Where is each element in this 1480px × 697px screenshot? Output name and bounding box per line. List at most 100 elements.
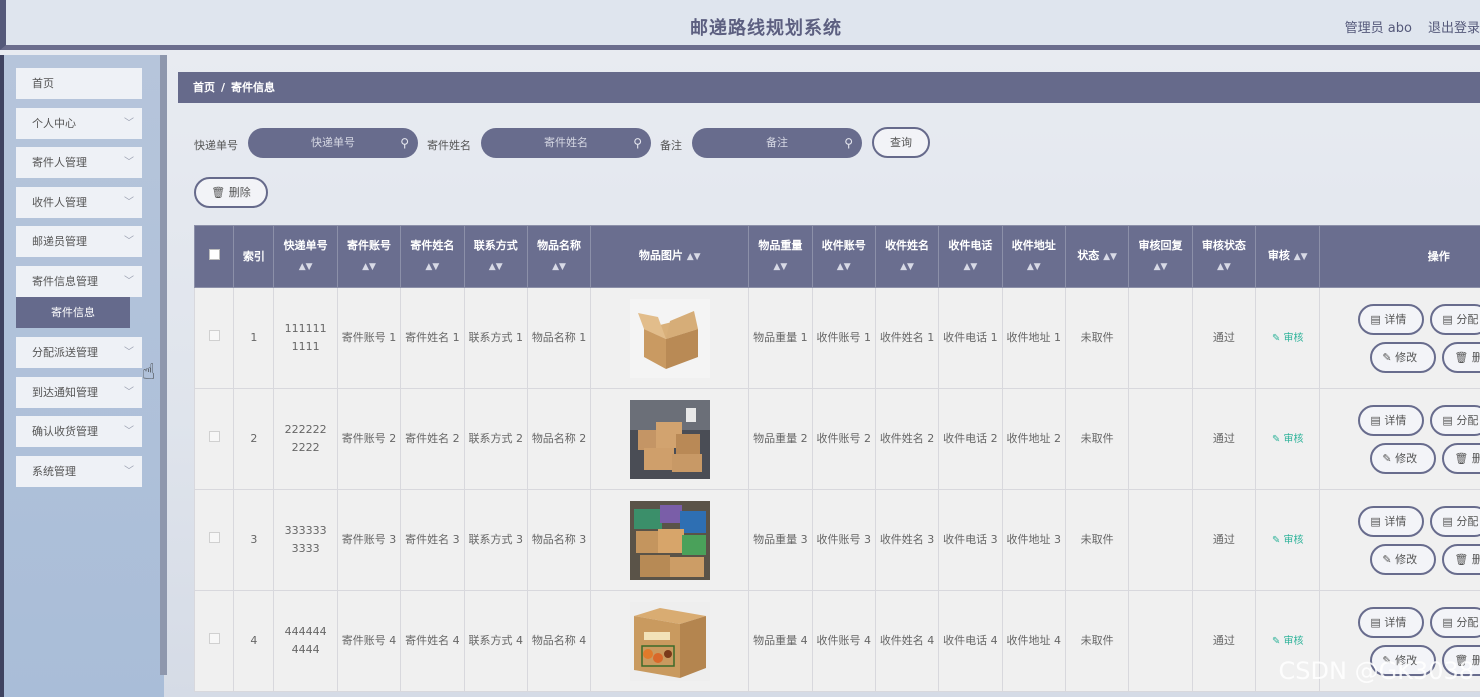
sort-icon[interactable]: ▲▼ bbox=[773, 262, 787, 272]
item-image-parcel-heap[interactable] bbox=[629, 500, 710, 580]
shipment-table: 索引 快递单号 ▲▼ 寄件账号 ▲▼ 寄件姓名 ▲▼ 联系方式 ▲▼ 物品名称 ▲▼ 物品… bbox=[194, 225, 1480, 697]
delete-button[interactable]: 🗑 删除 bbox=[1442, 442, 1480, 474]
search-button[interactable]: 查询 bbox=[872, 127, 930, 158]
sidebar-item-dispatch-management[interactable]: 分配派送管理 ﹀ bbox=[16, 337, 142, 368]
column-header-recv-phone[interactable]: 收件电话 ▲▼ bbox=[938, 225, 1003, 288]
select-all-checkbox-cell[interactable] bbox=[194, 225, 235, 288]
batch-delete-button[interactable]: 🗑 删除 bbox=[194, 177, 268, 208]
sidebar-item-home[interactable]: 首页 bbox=[16, 68, 142, 99]
cell-audit-reply bbox=[1128, 287, 1193, 389]
sidebar-item-receipt-confirm-management[interactable]: 确认收货管理 ﹀ bbox=[16, 416, 142, 447]
cell-status: 未取件 bbox=[1064, 590, 1130, 692]
audit-link[interactable]: ✎ 审核 bbox=[1272, 434, 1304, 445]
audit-link[interactable]: ✎ 审核 bbox=[1272, 333, 1304, 344]
column-header-tracking[interactable]: 快递单号 ▲▼ bbox=[273, 225, 338, 288]
delete-button[interactable]: 🗑 删除 bbox=[1442, 341, 1480, 373]
column-header-audit[interactable]: 审核 ▲▼ bbox=[1255, 225, 1321, 288]
assign-button[interactable]: ▤ 分配 bbox=[1430, 404, 1480, 436]
sidebar-item-sender-management[interactable]: 寄件人管理 ﹀ bbox=[16, 147, 142, 178]
cell-audit-reply bbox=[1128, 590, 1193, 692]
cell-audit-reply bbox=[1128, 489, 1193, 591]
logout-link[interactable]: 退出登录 bbox=[1428, 21, 1480, 36]
row-checkbox[interactable] bbox=[208, 532, 220, 543]
edit-button[interactable]: ✎ 修改 bbox=[1370, 341, 1437, 373]
cell-audit-reply bbox=[1128, 388, 1193, 490]
row-checkbox[interactable] bbox=[208, 330, 220, 341]
column-header-item-image[interactable]: 物品图片 ▲▼ bbox=[590, 225, 750, 288]
column-header-status[interactable]: 状态 ▲▼ bbox=[1064, 225, 1130, 288]
sort-icon[interactable]: ▲▼ bbox=[1154, 262, 1168, 272]
edit-label: 修改 bbox=[1395, 350, 1418, 364]
column-header-weight[interactable]: 物品重量 ▲▼ bbox=[748, 225, 813, 288]
column-title: 状态 bbox=[1077, 249, 1100, 262]
sidebar-item-recipient-management[interactable]: 收件人管理 ﹀ bbox=[16, 187, 142, 218]
row-select-cell[interactable] bbox=[194, 590, 235, 692]
admin-user-label[interactable]: 管理员 abo bbox=[1345, 21, 1412, 36]
sort-icon[interactable]: ▲▼ bbox=[1294, 252, 1308, 262]
sender-name-input[interactable]: 寄件姓名 ⚲ bbox=[481, 128, 651, 158]
sidebar-item-personal-center[interactable]: 个人中心 ﹀ bbox=[16, 108, 142, 139]
sidebar-item-shipment-info-management[interactable]: 寄件信息管理 ﹀ bbox=[16, 266, 142, 297]
sort-icon[interactable]: ▲▼ bbox=[687, 252, 701, 262]
sort-icon[interactable]: ▲▼ bbox=[489, 262, 503, 272]
select-all-checkbox[interactable] bbox=[208, 248, 220, 260]
sort-icon[interactable]: ▲▼ bbox=[1027, 262, 1041, 272]
sort-icon[interactable]: ▲▼ bbox=[837, 262, 851, 272]
sort-icon[interactable]: ▲▼ bbox=[299, 262, 313, 272]
assign-label: 分配 bbox=[1456, 413, 1479, 427]
column-title: 索引 bbox=[242, 249, 265, 263]
detail-button[interactable]: ▤ 详情 bbox=[1358, 404, 1425, 436]
sidebar-scrollbar[interactable] bbox=[160, 55, 167, 675]
detail-button[interactable]: ▤ 详情 bbox=[1358, 505, 1425, 537]
sort-icon[interactable]: ▲▼ bbox=[900, 262, 914, 272]
row-select-cell[interactable] bbox=[194, 489, 235, 591]
column-header-recv-address[interactable]: 收件地址 ▲▼ bbox=[1001, 225, 1066, 288]
breadcrumb-home[interactable]: 首页 bbox=[193, 81, 215, 94]
column-header-recv-account[interactable]: 收件账号 ▲▼ bbox=[811, 225, 876, 288]
cell-recv-phone: 收件电话 1 bbox=[938, 287, 1003, 389]
audit-link[interactable]: ✎ 审核 bbox=[1272, 636, 1304, 647]
sidebar-item-postman-management[interactable]: 邮递员管理 ﹀ bbox=[16, 226, 142, 257]
sort-icon[interactable]: ▲▼ bbox=[1217, 262, 1231, 272]
edit-button[interactable]: ✎ 修改 bbox=[1370, 442, 1437, 474]
sidebar-item-system-management[interactable]: 系统管理 ﹀ bbox=[16, 456, 142, 487]
audit-link[interactable]: ✎ 审核 bbox=[1272, 535, 1304, 546]
column-header-audit-reply[interactable]: 审核回复 ▲▼ bbox=[1128, 225, 1193, 288]
cell-audit: ✎ 审核 bbox=[1255, 287, 1321, 389]
column-header-item-name[interactable]: 物品名称 ▲▼ bbox=[526, 225, 592, 288]
sidebar-item-arrival-notice-management[interactable]: 到达通知管理 ﹀ bbox=[16, 377, 142, 408]
sort-icon[interactable]: ▲▼ bbox=[1103, 252, 1117, 262]
detail-button[interactable]: ▤ 详情 bbox=[1358, 303, 1425, 335]
column-header-recv-name[interactable]: 收件姓名 ▲▼ bbox=[874, 225, 940, 288]
sort-icon[interactable]: ▲▼ bbox=[552, 262, 566, 272]
sort-icon[interactable]: ▲▼ bbox=[964, 262, 978, 272]
item-image-parcel-pile[interactable] bbox=[629, 399, 710, 479]
item-image-fruit-box[interactable] bbox=[629, 601, 710, 681]
assign-button[interactable]: ▤ 分配 bbox=[1430, 606, 1480, 638]
sidebar-subitem-shipment-info[interactable]: 寄件信息 bbox=[16, 297, 130, 328]
assign-button[interactable]: ▤ 分配 bbox=[1430, 303, 1480, 335]
pencil-icon: ✎ bbox=[1382, 451, 1392, 465]
assign-button[interactable]: ▤ 分配 bbox=[1430, 505, 1480, 537]
tracking-number-input[interactable]: 快递单号 ⚲ bbox=[248, 128, 418, 158]
edit-button[interactable]: ✎ 修改 bbox=[1370, 543, 1437, 575]
column-header-contact[interactable]: 联系方式 ▲▼ bbox=[463, 225, 528, 288]
csdn-watermark: CSDN @GK3038 bbox=[1278, 657, 1474, 685]
row-checkbox[interactable] bbox=[208, 633, 220, 644]
row-checkbox[interactable] bbox=[208, 431, 220, 442]
column-header-sender-account[interactable]: 寄件账号 ▲▼ bbox=[336, 225, 402, 288]
item-image-cardboard-box[interactable] bbox=[629, 298, 710, 378]
column-header-sender-name[interactable]: 寄件姓名 ▲▼ bbox=[400, 225, 465, 288]
app-title: 邮递路线规划系统 bbox=[690, 18, 842, 39]
sort-icon[interactable]: ▲▼ bbox=[425, 262, 439, 272]
breadcrumb-current: 寄件信息 bbox=[231, 81, 276, 94]
sort-icon[interactable]: ▲▼ bbox=[362, 262, 376, 272]
delete-button[interactable]: 🗑 删除 bbox=[1442, 543, 1480, 575]
remark-input[interactable]: 备注 ⚲ bbox=[692, 128, 862, 158]
cell-recv-phone: 收件电话 2 bbox=[938, 388, 1003, 490]
column-header-audit-status[interactable]: 审核状态 ▲▼ bbox=[1191, 225, 1257, 288]
row-select-cell[interactable] bbox=[194, 287, 235, 389]
detail-button[interactable]: ▤ 详情 bbox=[1358, 606, 1425, 638]
assign-label: 分配 bbox=[1456, 514, 1479, 528]
row-select-cell[interactable] bbox=[194, 388, 235, 490]
